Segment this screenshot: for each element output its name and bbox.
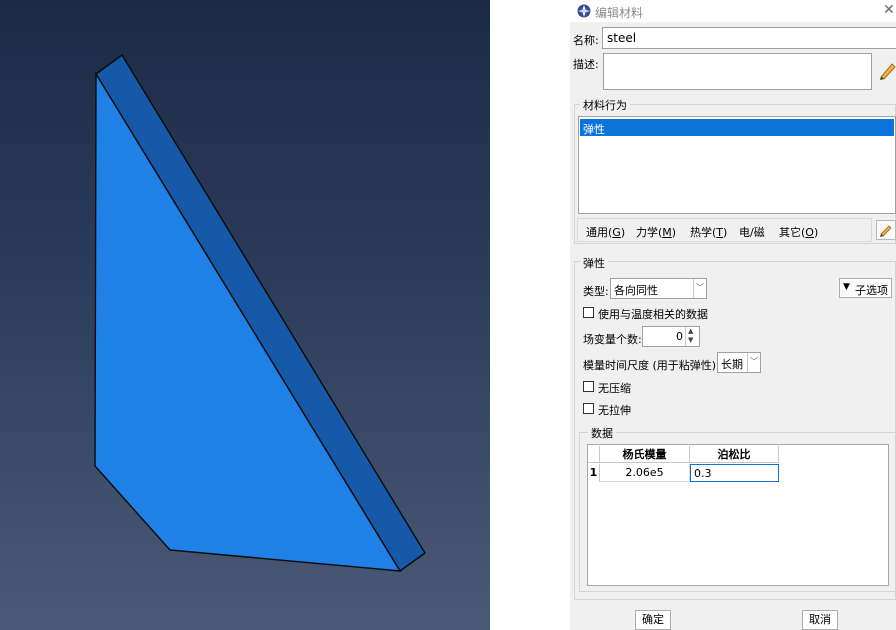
viewport-3d[interactable] (0, 0, 490, 630)
elastic-title: 弹性 (580, 255, 608, 271)
no-compression-label: 无压缩 (598, 382, 631, 395)
blank-area (490, 0, 570, 630)
temperature-dependent-label: 使用与温度相关的数据 (598, 308, 708, 321)
no-compression-checkbox[interactable] (583, 381, 594, 392)
row-header-corner (588, 446, 600, 463)
edit-description-pencil-icon[interactable] (878, 60, 896, 80)
abaqus-app-icon (577, 4, 591, 18)
temperature-dependent-checkbox[interactable] (583, 307, 594, 318)
part-front-face (94, 71, 402, 572)
spinner-buttons[interactable]: ▲ ▼ (685, 327, 699, 346)
column-header-youngs-modulus[interactable]: 杨氏模量 (600, 446, 690, 463)
moduli-timescale-value: 长期 (721, 358, 743, 371)
description-field[interactable] (603, 53, 872, 90)
moduli-timescale-dropdown[interactable]: 长期 ﹀ (717, 352, 761, 373)
no-tension-label: 无拉伸 (598, 404, 631, 417)
dialog-title: 编辑材料 (595, 6, 644, 20)
material-behaviors-title: 材料行为 (580, 97, 630, 113)
triangle-down-icon: ▼ (843, 282, 850, 292)
menu-general[interactable]: 通用(G) (586, 224, 625, 240)
cell-poissons-ratio[interactable]: 0.3 (690, 464, 779, 482)
arrow-up-icon[interactable]: ▲ (688, 327, 693, 335)
close-icon[interactable]: ✕ (883, 2, 895, 18)
behavior-item-elastic[interactable]: 弹性 (580, 119, 894, 136)
pencil-icon (880, 225, 892, 237)
type-value: 各向同性 (614, 284, 658, 297)
title-bar[interactable]: 编辑材料 ✕ (570, 0, 896, 22)
edit-behavior-button[interactable] (876, 220, 896, 240)
name-field[interactable]: steel (602, 27, 896, 49)
name-label: 名称: (573, 34, 599, 47)
suboptions-button[interactable]: ▼ 子选项 (839, 278, 892, 298)
arrow-down-icon[interactable]: ▼ (688, 336, 693, 344)
data-title: 数据 (588, 425, 616, 441)
row-index: 1 (588, 464, 600, 482)
menu-other[interactable]: 其它(O) (779, 224, 818, 240)
behavior-menubar: 通用(G) 力学(M) 热学(T) 电/磁 其它(O) (577, 218, 872, 242)
no-tension-checkbox[interactable] (583, 403, 594, 414)
cell-youngs-modulus[interactable]: 2.06e5 (600, 464, 690, 482)
chevron-down-icon: ﹀ (747, 353, 760, 372)
description-label: 描述: (573, 58, 599, 71)
type-dropdown[interactable]: 各向同性 ﹀ (610, 278, 707, 299)
menu-electric-magnetic[interactable]: 电/磁 (739, 224, 765, 240)
moduli-timescale-label: 模量时间尺度 (用于粘弹性): (583, 359, 720, 372)
cancel-button[interactable]: 取消 (802, 610, 838, 630)
field-variables-label: 场变量个数: (583, 333, 642, 346)
behaviors-list[interactable]: 弹性 (578, 116, 896, 214)
chevron-down-icon: ﹀ (693, 279, 706, 298)
menu-mechanical[interactable]: 力学(M) (636, 224, 676, 240)
edit-material-dialog: 编辑材料 ✕ 名称: steel 描述: 材料行为 弹性 通用(G) 力学(M)… (570, 0, 896, 630)
part-model[interactable] (0, 0, 490, 630)
ok-button[interactable]: 确定 (635, 610, 671, 630)
type-label: 类型: (583, 285, 609, 298)
field-variables-value: 0 (676, 330, 683, 343)
menu-thermal[interactable]: 热学(T) (690, 224, 727, 240)
field-variables-spinner[interactable]: 0 ▲ ▼ (642, 326, 700, 347)
suboptions-label: 子选项 (855, 284, 888, 297)
column-header-poissons-ratio[interactable]: 泊松比 (690, 446, 779, 463)
